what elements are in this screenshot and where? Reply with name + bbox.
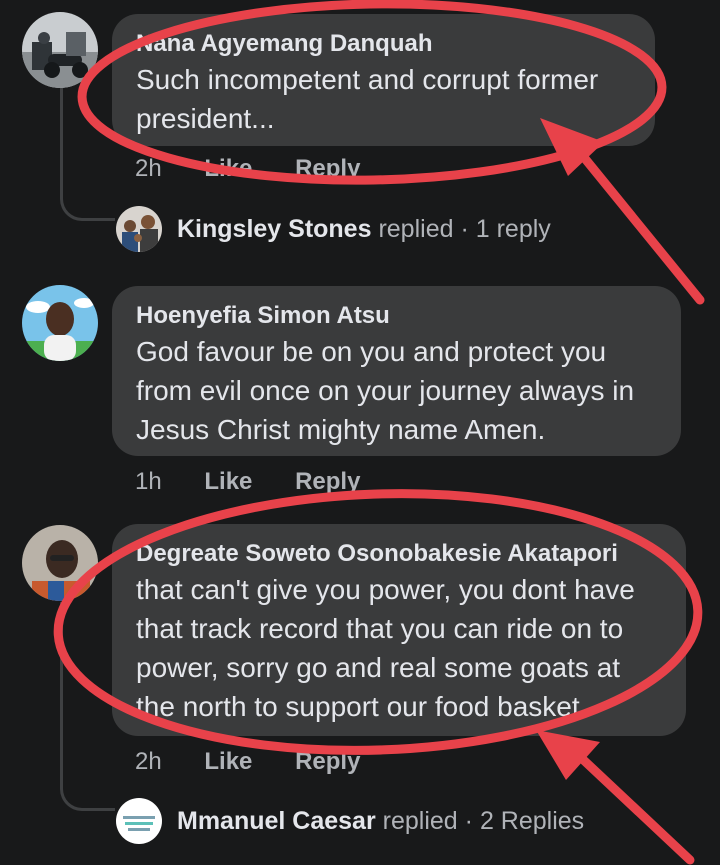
- reply-count: · 2 Replies: [464, 807, 585, 835]
- comment-author[interactable]: Degreate Soweto Osonobakesie Akatapori: [136, 538, 656, 570]
- comment-time: 1h: [135, 468, 162, 495]
- thread-connector: [60, 602, 115, 811]
- comment-actions: 2h Like Reply: [135, 748, 396, 776]
- replied-text: replied: [378, 215, 454, 243]
- comment-text: that can't give you power, you dont have…: [136, 574, 635, 722]
- avatar[interactable]: [22, 12, 98, 88]
- reply-button[interactable]: Reply: [295, 748, 360, 776]
- reply-author: Kingsley Stones: [177, 215, 372, 243]
- annotation-arrow-line: [573, 145, 705, 305]
- like-button[interactable]: Like: [204, 468, 252, 496]
- comment-author[interactable]: Nana Agyemang Danquah: [136, 28, 631, 60]
- comment-actions: 1h Like Reply: [135, 468, 396, 496]
- avatar[interactable]: [22, 525, 98, 601]
- reply-button[interactable]: Reply: [295, 468, 360, 496]
- comment-actions: 2h Like Reply: [135, 155, 396, 183]
- reply-button[interactable]: Reply: [295, 155, 360, 183]
- like-button[interactable]: Like: [204, 155, 252, 183]
- comment-bubble: Hoenyefia Simon Atsu God favour be on yo…: [112, 286, 681, 456]
- replied-text: replied: [382, 807, 458, 835]
- reply-avatar[interactable]: [116, 206, 162, 252]
- comment-time: 2h: [135, 155, 162, 182]
- comment-bubble: Degreate Soweto Osonobakesie Akatapori t…: [112, 524, 686, 736]
- like-button[interactable]: Like: [204, 748, 252, 776]
- thread-connector: [60, 88, 115, 221]
- comment-bubble: Nana Agyemang Danquah Such incompetent a…: [112, 14, 655, 146]
- comment-text: God favour be on you and protect you fro…: [136, 336, 635, 445]
- reply-avatar[interactable]: [116, 798, 162, 844]
- annotation-arrow-line: [570, 747, 695, 865]
- comment-text: Such incompetent and corrupt former pres…: [136, 64, 599, 134]
- annotation-arrowhead: [536, 730, 600, 780]
- reply-count: · 1 reply: [460, 215, 551, 243]
- comment-time: 2h: [135, 748, 162, 775]
- comments-screen: Nana Agyemang Danquah Such incompetent a…: [0, 0, 720, 865]
- reply-author: Mmanuel Caesar: [177, 807, 376, 835]
- avatar[interactable]: [22, 285, 98, 361]
- view-replies-link[interactable]: Kingsley Stones replied · 1 reply: [177, 215, 551, 244]
- comment-author[interactable]: Hoenyefia Simon Atsu: [136, 300, 657, 332]
- view-replies-link[interactable]: Mmanuel Caesar replied · 2 Replies: [177, 807, 584, 836]
